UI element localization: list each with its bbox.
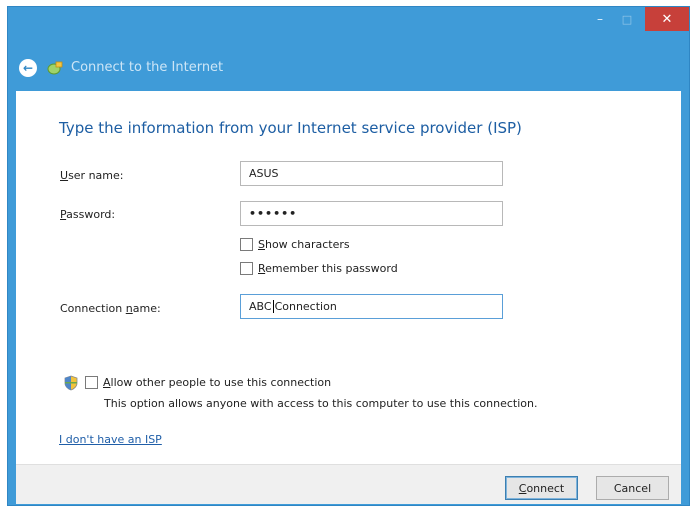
globe-network-icon — [47, 61, 63, 75]
remember-password-label: Remember this password — [258, 262, 398, 275]
username-label: User name: — [60, 169, 123, 182]
show-characters-label: Show characters — [258, 238, 350, 251]
allow-others-box[interactable] — [85, 376, 98, 389]
page-heading: Type the information from your Internet … — [59, 119, 522, 137]
no-isp-link[interactable]: I don't have an ISP — [59, 433, 162, 446]
connection-name-mnemonic: n — [125, 302, 133, 315]
connection-name-label-start: Connection — [60, 302, 126, 315]
remember-password-box[interactable] — [240, 262, 253, 275]
connect-button[interactable]: Connect — [505, 476, 578, 500]
button-bar: Connect Cancel — [16, 464, 681, 504]
text-caret — [272, 300, 274, 313]
remember-password-text: emember this password — [265, 262, 398, 275]
password-label: Password: — [60, 208, 115, 221]
connection-name-label-rest: ame: — [132, 302, 161, 315]
show-characters-text: how characters — [264, 238, 350, 251]
username-input[interactable]: ASUS — [240, 161, 503, 186]
remember-password-checkbox[interactable]: Remember this password — [240, 262, 398, 275]
password-label-text: assword: — [66, 208, 116, 221]
username-label-text: ser name: — [68, 169, 124, 182]
dialog-window: – □ ✕ ← Connect to the Internet Type the… — [7, 6, 690, 506]
content-area: Type the information from your Internet … — [16, 91, 681, 464]
close-button[interactable]: ✕ — [645, 7, 689, 31]
password-input[interactable]: •••••• — [240, 201, 503, 226]
show-characters-box[interactable] — [240, 238, 253, 251]
allow-others-mnemonic: A — [103, 376, 111, 389]
username-value: ASUS — [249, 167, 279, 180]
window-title: Connect to the Internet — [71, 60, 224, 75]
allow-others-text: llow other people to use this connection — [110, 376, 332, 389]
show-characters-checkbox[interactable]: Show characters — [240, 238, 350, 251]
connect-text: onnect — [526, 481, 565, 495]
minimize-button[interactable]: – — [588, 7, 612, 31]
cancel-button[interactable]: Cancel — [596, 476, 669, 500]
allow-others-hint: This option allows anyone with access to… — [104, 397, 538, 410]
navigation-bar: ← Connect to the Internet — [8, 43, 689, 91]
connection-name-input[interactable]: ABC Connection — [240, 294, 503, 319]
show-characters-mnemonic: S — [258, 238, 265, 251]
back-arrow-icon[interactable]: ← — [19, 59, 37, 77]
connect-mnemonic: C — [518, 481, 527, 495]
connection-name-value-end: Connection — [274, 300, 337, 313]
title-bar[interactable]: – □ ✕ — [8, 7, 689, 43]
allow-others-checkbox[interactable]: Allow other people to use this connectio… — [85, 376, 331, 389]
uac-shield-icon — [64, 375, 78, 391]
connection-name-value-start: ABC — [249, 300, 272, 313]
connection-name-label: Connection name: — [60, 302, 161, 315]
allow-others-label: Allow other people to use this connectio… — [103, 376, 331, 389]
maximize-button[interactable]: □ — [614, 7, 640, 31]
username-label-mnemonic: U — [60, 169, 69, 182]
password-value: •••••• — [249, 207, 298, 220]
